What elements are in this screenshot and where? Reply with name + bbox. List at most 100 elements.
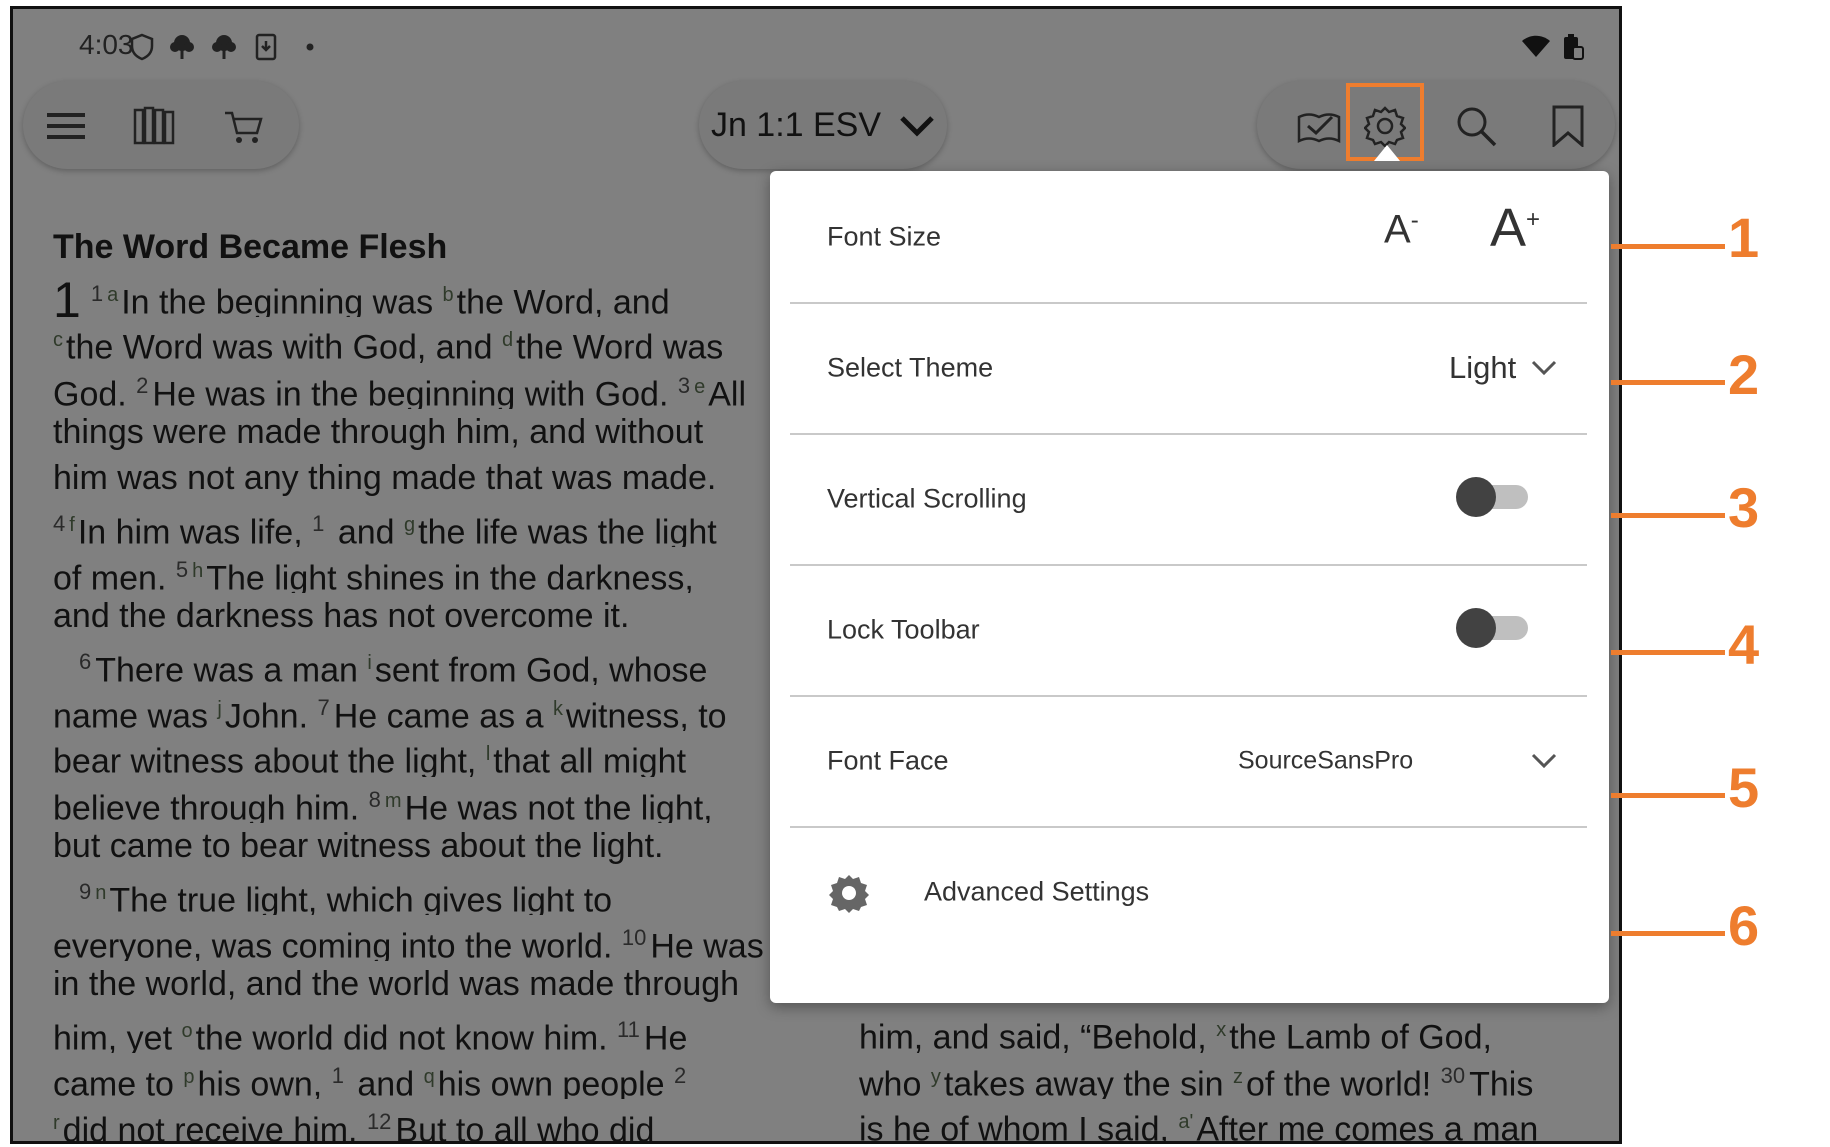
verse-text: him, and said, “Behold, [859, 1018, 1217, 1053]
verse-text: is he of whom I said, [859, 1110, 1179, 1144]
footnote-marker[interactable]: c [53, 329, 63, 351]
verse-text: the life was the light [418, 513, 717, 547]
callout-number-3: 3 [1728, 476, 1760, 539]
reference-selector[interactable]: Jn 1:1 ESV [699, 81, 947, 169]
footnote-marker[interactable]: q [424, 1066, 435, 1088]
verse-number: 3 [677, 373, 691, 398]
status-time: 4:03 [79, 29, 134, 60]
verse-text: He came as a [333, 697, 553, 731]
advanced-settings-row[interactable]: Advanced Settings [790, 826, 1587, 957]
verse-text: that all might [493, 742, 687, 777]
verse-text: takes away the sin [943, 1065, 1233, 1099]
reference-label: Jn 1:1 ESV [710, 105, 882, 144]
verse-line: bear witness about the light, lthat all … [53, 731, 783, 777]
verse-text: things were made through him, and withou… [53, 413, 704, 451]
verse-text: bear witness about the light, [53, 742, 486, 777]
verse-line: came to phis own, 1 and qhis own people … [53, 1053, 783, 1099]
callout-line-2 [1611, 380, 1725, 385]
footnote-marker[interactable]: l [486, 743, 490, 765]
footnote-marker[interactable]: x [1216, 1019, 1226, 1041]
advanced-settings-label: Advanced Settings [924, 876, 1150, 906]
library-icon[interactable] [133, 105, 175, 147]
footnote-marker[interactable]: m [385, 790, 402, 812]
verse-number: 5 [175, 557, 189, 582]
footnote-marker[interactable]: g [404, 514, 415, 536]
verse-number: 10 [621, 925, 647, 950]
font-size-row: Font Size A- A+ [790, 171, 1587, 304]
verse-text: but came to bear witness about the light… [53, 827, 664, 865]
bookmark-icon[interactable] [1547, 105, 1589, 147]
callout-number-2: 2 [1728, 343, 1760, 406]
callout-number-1: 1 [1728, 206, 1760, 269]
footnote-marker[interactable]: a' [1178, 1111, 1193, 1133]
search-icon[interactable] [1455, 105, 1497, 147]
verse-line: is he of whom I said, a'After me comes a… [859, 1099, 1589, 1144]
verse-text: and the darkness has not overcome it. [53, 597, 630, 635]
theme-row[interactable]: Select Theme Light [790, 302, 1587, 435]
verse-line: him, yet othe world did not know him. 11… [53, 1007, 783, 1053]
footnote-marker[interactable]: h [192, 560, 203, 582]
vertical-scrolling-row: Vertical Scrolling [790, 433, 1587, 566]
verse-line: of men. 5 hThe light shines in the darkne… [53, 547, 783, 593]
lock-toolbar-toggle-knob[interactable] [1456, 608, 1496, 648]
download-icon [255, 33, 277, 61]
verse-number: 9 [79, 879, 92, 904]
cart-icon[interactable] [223, 105, 265, 147]
verse-number: 11 [617, 1017, 640, 1042]
verse-text: him, yet [53, 1019, 182, 1053]
verse-text: the Word was [516, 328, 724, 363]
verse-line: him, and said, “Behold, xthe Lamb of God… [859, 1007, 1589, 1053]
verse-text: But to all who did [395, 1111, 655, 1144]
footnote-marker[interactable]: z [1233, 1066, 1243, 1088]
vertical-scrolling-toggle-knob[interactable] [1456, 477, 1496, 517]
font-face-select-value[interactable]: SourceSansPro [1238, 746, 1413, 775]
verse-line: 6 There was a man isent from God, whose [53, 639, 783, 685]
verse-number: 7 [317, 695, 330, 720]
font-face-row[interactable]: Font Face SourceSansPro [790, 695, 1587, 828]
verse-text: and [347, 1065, 424, 1099]
menu-icon[interactable] [45, 105, 87, 147]
footnote-marker[interactable]: a [107, 284, 118, 306]
callout-line-4 [1611, 650, 1725, 655]
footnote-marker[interactable]: k [553, 698, 563, 720]
section-title: The Word Became Flesh [53, 228, 448, 266]
verse-text: of the world! [1245, 1065, 1441, 1099]
verse-line: things were made through him, and withou… [53, 409, 783, 455]
footnote-marker[interactable]: p [183, 1066, 194, 1088]
footnote-marker[interactable]: o [181, 1020, 192, 1042]
footnote-marker[interactable]: e [694, 376, 705, 398]
tree-icon [170, 35, 194, 59]
bible-text-left: The Word Became Flesh 1 1 aIn the beginnin… [53, 227, 783, 1144]
footnote-marker[interactable]: n [95, 882, 106, 904]
verse-line: believe through him. 8 mHe was not the li… [53, 777, 783, 823]
footnote-marker[interactable]: f [69, 514, 75, 536]
verse-text: He was [650, 927, 764, 961]
reading-plan-icon[interactable] [1296, 105, 1342, 147]
verse-text: who [859, 1065, 931, 1099]
callout-number-4: 4 [1728, 613, 1760, 676]
chapter-number: 1 [53, 272, 81, 317]
verse-line: cthe Word was with God, and dthe Word wa… [53, 317, 783, 363]
verse-text: He was not the light, [404, 789, 713, 823]
verse-line: in the world, and the world was made thr… [53, 961, 783, 1007]
theme-select-value[interactable]: Light [1449, 350, 1516, 386]
verse-number: 1 [90, 281, 104, 306]
font-decrease-button[interactable]: A- [1384, 207, 1419, 252]
font-increase-button[interactable]: A+ [1490, 197, 1540, 259]
footnote-marker[interactable]: b [443, 284, 454, 306]
battery-icon [1564, 34, 1584, 60]
verse-text: did not receive him. [62, 1111, 367, 1144]
callout-line-6 [1611, 931, 1725, 936]
footnote-marker[interactable]: j [217, 698, 221, 720]
verse-text: his own people [437, 1065, 674, 1099]
panel-pointer [1374, 145, 1400, 161]
lock-toolbar-label: Lock Toolbar [827, 614, 980, 644]
verse-text: the Word was with God, and [66, 328, 502, 363]
footnote-marker[interactable]: d [502, 329, 513, 351]
verse-line: rdid not receive him. 12 But to all who d… [53, 1099, 783, 1144]
verse-line: everyone, was coming into the world. 10 H… [53, 915, 783, 961]
footnote-marker[interactable]: y [931, 1066, 941, 1088]
verse-text: and [328, 513, 404, 547]
footnote-marker[interactable]: r [53, 1112, 60, 1134]
footnote-marker[interactable]: i [367, 652, 371, 674]
